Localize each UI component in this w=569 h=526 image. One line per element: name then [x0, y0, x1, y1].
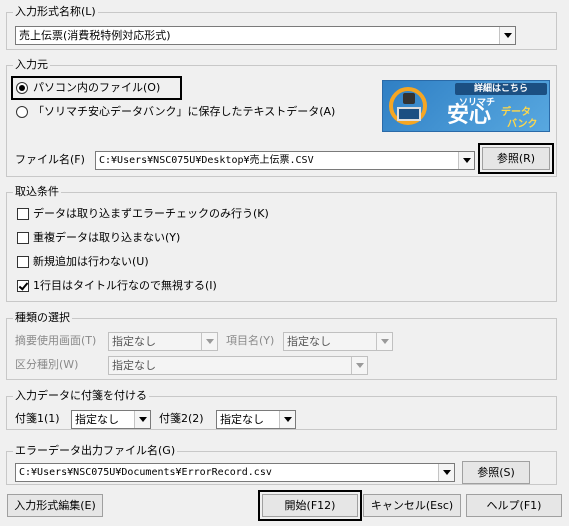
data-bank-banner[interactable]: 詳細はこちら ソリマチ 安心 データ バンク — [382, 80, 550, 132]
filename-label: ファイル名(F) — [15, 153, 85, 166]
checkbox-ignore-title-row[interactable] — [17, 280, 29, 292]
sticky1-select[interactable]: 指定なし — [71, 410, 151, 429]
filename-select-value: C:¥Users¥NSC075U¥Desktop¥売上伝票.CSV — [99, 155, 314, 166]
input-format-group-title: 入力形式名称(L) — [13, 5, 98, 19]
import-condition-label: 1行目はタイトル行なので無視する(I) — [33, 279, 217, 292]
sticky2-select[interactable]: 指定なし — [216, 410, 296, 429]
import-condition-row[interactable]: データは取り込まずエラーチェックのみ行う(K) — [15, 206, 315, 222]
option-pc-file-label: パソコン内のファイル(O) — [33, 81, 161, 94]
category-type-select[interactable]: 指定なし — [108, 356, 368, 375]
laptop-icon — [397, 107, 421, 121]
edit-format-button[interactable]: 入力形式編集(E) — [7, 494, 103, 517]
radio-pc-file[interactable] — [16, 82, 28, 94]
category-type-label: 区分種別(W) — [15, 358, 79, 371]
checkbox-skip-duplicates[interactable] — [17, 232, 29, 244]
error-output-path-value: C:¥Users¥NSC075U¥Documents¥ErrorRecord.c… — [19, 467, 272, 478]
chevron-down-icon[interactable] — [458, 152, 474, 169]
import-conditions-group-title: 取込条件 — [13, 185, 61, 199]
banner-top-text: 詳細はこちら — [455, 83, 547, 95]
import-condition-label: 新規追加は行わない(U) — [33, 255, 149, 268]
chevron-down-icon[interactable] — [279, 411, 295, 428]
import-condition-row[interactable]: 重複データは取り込まない(Y) — [15, 230, 315, 246]
lock-icon — [403, 93, 415, 104]
chevron-down-icon[interactable] — [351, 357, 367, 374]
chevron-down-icon[interactable] — [499, 27, 515, 44]
banner-main: 安心 — [447, 103, 492, 128]
chevron-down-icon[interactable] — [376, 333, 392, 350]
input-source-group-title: 入力元 — [13, 58, 50, 72]
summary-screen-label: 摘要使用画面(T) — [15, 334, 97, 347]
browse-error-output-button[interactable]: 参照(S) — [462, 461, 530, 484]
checkbox-error-check-only[interactable] — [17, 208, 29, 220]
item-name-select[interactable]: 指定なし — [283, 332, 393, 351]
summary-screen-select[interactable]: 指定なし — [108, 332, 218, 351]
import-condition-row[interactable]: 1行目はタイトル行なので無視する(I) — [15, 278, 315, 294]
import-condition-label: データは取り込まずエラーチェックのみ行う(K) — [33, 207, 269, 220]
checkbox-no-new-additions[interactable] — [17, 256, 29, 268]
type-select-group-title: 種類の選択 — [13, 311, 72, 325]
import-condition-label: 重複データは取り込まない(Y) — [33, 231, 181, 244]
chevron-down-icon[interactable] — [134, 411, 150, 428]
error-output-path-select[interactable]: C:¥Users¥NSC075U¥Documents¥ErrorRecord.c… — [15, 463, 455, 482]
import-condition-row[interactable]: 新規追加は行わない(U) — [15, 254, 315, 270]
browse-file-button[interactable]: 参照(R) — [478, 143, 554, 174]
start-button[interactable]: 開始(F12) — [258, 490, 362, 521]
chevron-down-icon[interactable] — [201, 333, 217, 350]
item-name-label: 項目名(Y) — [226, 334, 275, 347]
banner-sub2: バンク — [507, 119, 538, 130]
help-button[interactable]: ヘルプ(F1) — [466, 494, 562, 517]
radio-data-bank[interactable] — [16, 106, 28, 118]
category-type-value: 指定なし — [112, 359, 156, 372]
sticky2-label: 付箋2(2) — [159, 412, 204, 425]
sticky1-label: 付箋1(1) — [15, 412, 60, 425]
error-output-group-title: エラーデータ出力ファイル名(G) — [13, 444, 178, 458]
input-format-select-value: 売上伝票(消費税特例対応形式) — [19, 29, 171, 42]
filename-select[interactable]: C:¥Users¥NSC075U¥Desktop¥売上伝票.CSV — [95, 151, 475, 170]
chevron-down-icon[interactable] — [438, 464, 454, 481]
input-format-select[interactable]: 売上伝票(消費税特例対応形式) — [15, 26, 516, 45]
sticky-note-group-title: 入力データに付箋を付ける — [13, 389, 149, 403]
cancel-button[interactable]: キャンセル(Esc) — [363, 494, 461, 517]
option-pc-file[interactable]: パソコン内のファイル(O) — [11, 76, 182, 100]
option-data-bank[interactable]: 「ソリマチ安心データバンク」に保存したテキストデータ(A) — [15, 104, 375, 120]
option-data-bank-label: 「ソリマチ安心データバンク」に保存したテキストデータ(A) — [33, 105, 336, 118]
